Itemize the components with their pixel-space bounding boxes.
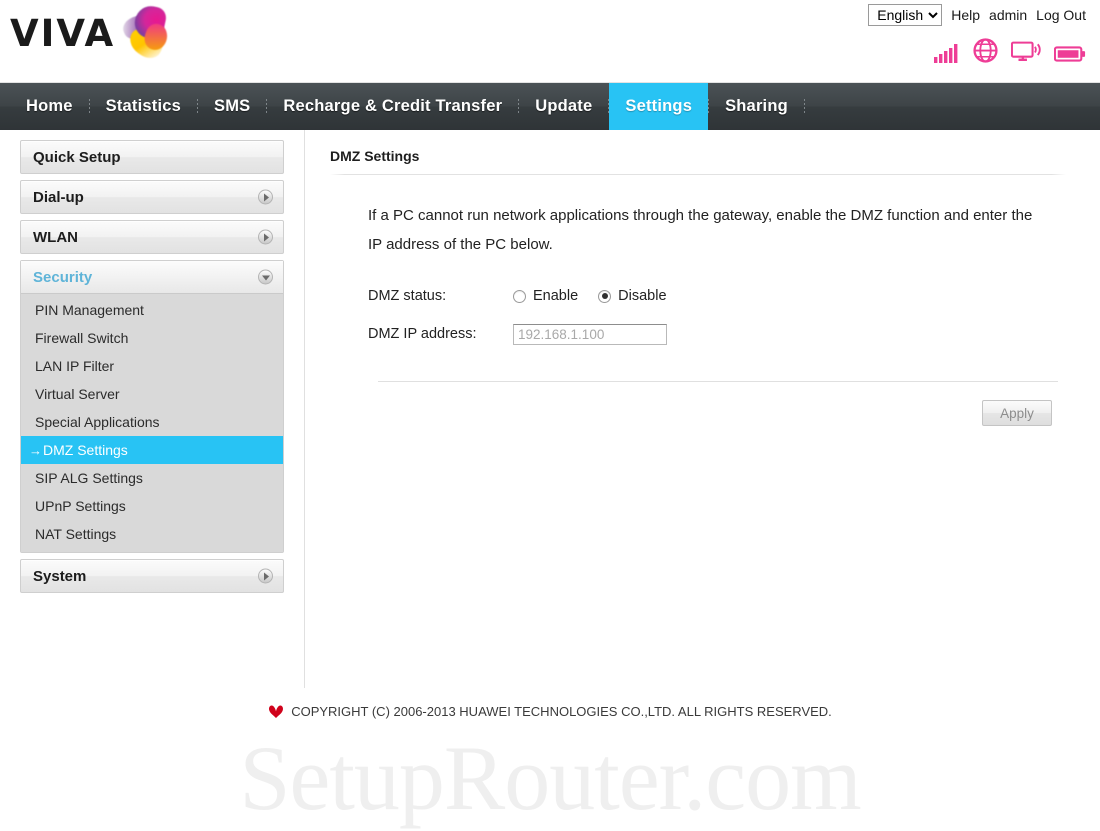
- sidebar-group-label: WLAN: [33, 228, 78, 246]
- dmz-ip-label: DMZ IP address:: [368, 326, 477, 342]
- chevron-right-icon: [258, 568, 273, 584]
- sidebar-subitem-label: SIP ALG Settings: [35, 470, 143, 486]
- nav-separator: [518, 99, 520, 114]
- sidebar-item-firewall-switch[interactable]: Firewall Switch: [21, 324, 283, 352]
- selected-arrow-icon: →: [29, 442, 42, 458]
- page-body: Quick Setup Dial-up WLAN Security PIN Ma…: [0, 130, 1100, 829]
- sidebar-item-wlan[interactable]: WLAN: [21, 221, 283, 253]
- huawei-flower-icon: [269, 705, 284, 718]
- nav-item-home[interactable]: Home: [10, 83, 89, 130]
- sidebar-item-sip-alg-settings[interactable]: SIP ALG Settings: [21, 464, 283, 492]
- status-icon-group: [934, 38, 1086, 63]
- form-description: If a PC cannot run network applications …: [368, 207, 1033, 253]
- nav-item-settings[interactable]: Settings: [609, 83, 709, 130]
- chevron-right-icon: [258, 229, 273, 245]
- sidebar-item-dial-up[interactable]: Dial-up: [21, 181, 283, 213]
- language-select[interactable]: English: [868, 4, 943, 26]
- nav-separator: [803, 99, 805, 114]
- sidebar-subitem-label: LAN IP Filter: [35, 358, 115, 374]
- form-actions: Apply: [368, 382, 1080, 426]
- sidebar-item-lan-ip-filter[interactable]: LAN IP Filter: [21, 352, 283, 380]
- nav-item-statistics[interactable]: Statistics: [90, 83, 197, 130]
- sidebar-group-label: Security: [33, 268, 93, 286]
- sidebar-item-system[interactable]: System: [21, 560, 283, 592]
- page-header: VIVA English Help admin Log Out: [0, 0, 1100, 83]
- sidebar-submenu-security: PIN Management Firewall Switch LAN IP Fi…: [21, 293, 283, 552]
- viva-butterfly-logo-icon: [119, 2, 181, 63]
- page-footer: COPYRIGHT (C) 2006-2013 HUAWEI TECHNOLOG…: [0, 688, 1100, 735]
- apply-button[interactable]: Apply: [982, 400, 1052, 426]
- main-navigation: Home Statistics SMS Recharge & Credit Tr…: [0, 83, 1100, 130]
- globe-icon: [973, 38, 998, 63]
- sidebar-subitem-label: Firewall Switch: [35, 330, 129, 346]
- sidebar-subitem-label: PIN Management: [35, 302, 144, 318]
- dmz-status-label: DMZ status:: [368, 288, 447, 304]
- sidebar-subitem-label: DMZ Settings: [43, 442, 128, 458]
- nav-separator: [608, 99, 610, 114]
- sidebar-group-dial-up: Dial-up: [20, 180, 284, 214]
- brand-name: VIVA: [10, 11, 116, 55]
- main-content: DMZ Settings If a PC cannot run network …: [306, 130, 1100, 735]
- sidebar-group-wlan: WLAN: [20, 220, 284, 254]
- dmz-status-radio-group: Enable Disable: [513, 288, 667, 304]
- sidebar-item-security[interactable]: Security: [21, 261, 283, 293]
- dmz-settings-form: If a PC cannot run network applications …: [330, 175, 1080, 426]
- dmz-status-disable-radio[interactable]: Disable: [598, 288, 667, 304]
- dmz-ip-input[interactable]: [513, 323, 667, 345]
- nav-separator: [266, 99, 268, 114]
- sidebar-group-system: System: [20, 559, 284, 593]
- radio-icon: [513, 289, 526, 303]
- sidebar-group-label: Quick Setup: [33, 148, 121, 166]
- dmz-status-enable-radio[interactable]: Enable: [513, 288, 578, 304]
- logout-link[interactable]: Log Out: [1036, 7, 1086, 23]
- radio-icon: [598, 289, 612, 303]
- chevron-right-icon: [258, 189, 273, 205]
- radio-label: Enable: [533, 288, 579, 304]
- sidebar-item-quick-setup[interactable]: Quick Setup: [21, 141, 283, 173]
- header-utility-bar: English Help admin Log Out: [868, 4, 1086, 26]
- brand-logo: VIVA: [10, 3, 181, 63]
- sidebar-group-security: Security PIN Management Firewall Switch …: [20, 260, 284, 553]
- current-user-label[interactable]: admin: [989, 7, 1027, 23]
- nav-item-sms[interactable]: SMS: [198, 83, 266, 130]
- nav-separator: [197, 99, 199, 114]
- sidebar-group-quick-setup: Quick Setup: [20, 140, 284, 174]
- signal-bars-icon: [934, 44, 958, 63]
- sidebar-item-upnp-settings[interactable]: UPnP Settings: [21, 492, 283, 520]
- sidebar-subitem-label: UPnP Settings: [35, 498, 126, 514]
- radio-label: Disable: [618, 288, 667, 304]
- chevron-down-icon: [258, 269, 273, 285]
- sidebar-item-nat-settings[interactable]: NAT Settings: [21, 520, 283, 548]
- nav-separator: [88, 99, 90, 114]
- nav-separator: [708, 99, 710, 114]
- sidebar: Quick Setup Dial-up WLAN Security PIN Ma…: [0, 130, 305, 735]
- battery-icon: [1054, 46, 1086, 62]
- sidebar-subitem-label: Special Applications: [35, 414, 160, 430]
- sidebar-item-pin-management[interactable]: PIN Management: [21, 296, 283, 324]
- sidebar-group-label: System: [33, 567, 87, 585]
- nav-item-recharge-credit-transfer[interactable]: Recharge & Credit Transfer: [267, 83, 518, 130]
- nav-item-update[interactable]: Update: [519, 83, 608, 130]
- sidebar-item-virtual-server[interactable]: Virtual Server: [21, 380, 283, 408]
- sidebar-item-dmz-settings[interactable]: → DMZ Settings: [21, 436, 283, 464]
- sidebar-subitem-label: NAT Settings: [35, 526, 117, 542]
- sidebar-group-label: Dial-up: [33, 188, 84, 206]
- watermark-text: SetupRouter.com: [239, 727, 861, 829]
- monitor-wifi-icon: [1011, 41, 1041, 61]
- dmz-ip-row: DMZ IP address:: [368, 315, 1080, 353]
- sidebar-item-special-applications[interactable]: Special Applications: [21, 408, 283, 436]
- sidebar-subitem-label: Virtual Server: [35, 386, 120, 402]
- page-title: DMZ Settings: [330, 148, 420, 164]
- dmz-status-row: DMZ status: Enable Disable: [368, 277, 1080, 315]
- nav-item-sharing[interactable]: Sharing: [709, 83, 804, 130]
- help-link[interactable]: Help: [951, 7, 980, 23]
- copyright-text: COPYRIGHT (C) 2006-2013 HUAWEI TECHNOLOG…: [291, 704, 832, 719]
